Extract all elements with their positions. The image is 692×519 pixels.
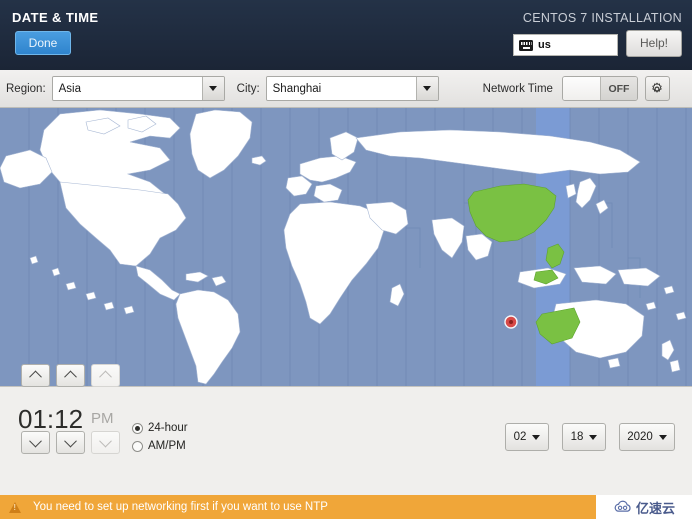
region-selected-value: Asia	[52, 77, 202, 100]
ampm-increment-button[interactable]	[91, 364, 120, 387]
hours-value: 01	[18, 404, 47, 434]
date-time-screen: DATE & TIME Done CENTOS 7 INSTALLATION u…	[0, 0, 692, 519]
done-button[interactable]: Done	[15, 31, 71, 55]
location-marker	[504, 315, 518, 329]
time-display: 01:12	[18, 404, 83, 435]
region-select[interactable]: Asia	[51, 76, 225, 101]
installer-header: DATE & TIME Done CENTOS 7 INSTALLATION u…	[0, 0, 692, 70]
minute-increment-button[interactable]	[56, 364, 85, 387]
city-select[interactable]: Shanghai	[265, 76, 439, 101]
ampm-indicator: PM	[91, 410, 114, 427]
help-button[interactable]: Help!	[626, 30, 682, 57]
day-chevron-down-icon	[589, 434, 598, 440]
warning-bar: You need to set up networking first if y…	[0, 495, 692, 519]
year-value: 2020	[627, 431, 653, 443]
chevron-down-icon	[99, 434, 112, 448]
city-selected-value: Shanghai	[266, 77, 416, 100]
timezone-toolbar: Region: Asia City: Shanghai Network Time…	[0, 70, 692, 108]
keyboard-icon	[519, 39, 533, 51]
region-chevron-down-icon	[201, 77, 224, 100]
chevron-up-icon	[99, 370, 112, 384]
keyboard-layout-label: us	[538, 39, 551, 51]
warning-message: You need to set up networking first if y…	[33, 501, 328, 513]
month-select[interactable]: 02	[505, 423, 549, 451]
chevron-up-icon	[64, 370, 77, 384]
watermark: 亿速云	[596, 495, 692, 519]
radio-ampm	[132, 440, 143, 452]
cloud-icon	[614, 500, 631, 512]
city-label: City:	[236, 82, 260, 95]
format-ampm-option[interactable]: AM/PM	[132, 440, 186, 452]
network-time-toggle[interactable]: OFF	[561, 76, 638, 101]
watermark-text: 亿速云	[635, 500, 675, 516]
ntp-settings-button[interactable]	[644, 76, 670, 101]
chevron-down-icon	[64, 434, 77, 448]
timezone-map[interactable]	[0, 108, 692, 386]
time-date-panel: 01:12 PM 24-hour AM/PM 02 / 18 / 2020	[0, 364, 692, 504]
chevron-down-icon	[29, 434, 42, 448]
day-value: 18	[570, 431, 584, 443]
network-time-state: OFF	[600, 77, 637, 100]
format-24h-option[interactable]: 24-hour	[132, 422, 188, 434]
minutes-value: 12	[54, 404, 84, 434]
region-label: Region:	[6, 82, 46, 95]
network-time-label: Network Time	[482, 82, 553, 95]
year-chevron-down-icon	[658, 434, 667, 440]
city-chevron-down-icon	[415, 77, 438, 100]
format-ampm-label: AM/PM	[148, 440, 186, 452]
toggle-knob	[562, 77, 601, 100]
year-select[interactable]: 2020	[619, 423, 675, 451]
product-title: CENTOS 7 INSTALLATION	[522, 11, 682, 25]
radio-24h	[132, 422, 143, 434]
chevron-up-icon	[29, 370, 42, 384]
ampm-decrement-button[interactable]	[91, 431, 120, 454]
world-map	[0, 108, 692, 386]
day-select[interactable]: 18	[562, 423, 606, 451]
keyboard-layout-indicator[interactable]: us	[513, 34, 618, 56]
warning-triangle-icon	[9, 501, 21, 513]
month-chevron-down-icon	[532, 434, 541, 440]
month-value: 02	[513, 431, 527, 443]
hour-increment-button[interactable]	[21, 364, 50, 387]
page-title: DATE & TIME	[12, 10, 99, 25]
format-24h-label: 24-hour	[148, 422, 188, 434]
gear-icon	[652, 82, 663, 93]
